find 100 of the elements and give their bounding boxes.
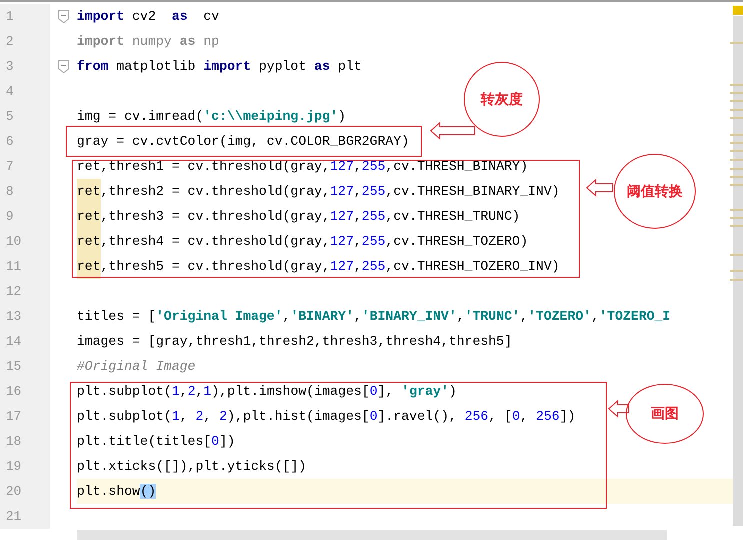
string-literal: 'Original Image' (156, 309, 283, 324)
code-text: ret,thresh1 = cv.threshold(gray, (77, 159, 330, 174)
number-literal: 2 (219, 409, 228, 424)
arrow-icon (430, 122, 476, 140)
line-number: 5 (6, 109, 14, 124)
code-text: , (282, 309, 291, 324)
code-text: ,thresh3 = cv.threshold(gray, (100, 209, 330, 224)
code-text: , (180, 409, 189, 424)
keyword: as (172, 9, 188, 24)
string-literal: 'BINARY_INV' (362, 309, 457, 324)
line-number: 19 (6, 459, 22, 474)
code-text: ,thresh2 = cv.threshold(gray, (100, 184, 330, 199)
number-literal: 255 (362, 234, 386, 249)
horizontal-scrollbar[interactable] (77, 530, 667, 540)
code-text: ),plt.hist(images[ (227, 409, 370, 424)
code-text: , (520, 409, 530, 424)
keyword: from (77, 59, 109, 74)
code-text: , (354, 209, 362, 224)
code-text: , (591, 309, 600, 324)
code-text: ,cv.THRESH_BINARY) (386, 159, 528, 174)
number-literal: 255 (362, 259, 386, 274)
code-text: , (354, 159, 362, 174)
line-number: 18 (6, 434, 22, 449)
number-literal: 127 (330, 259, 354, 274)
line-number: 17 (6, 409, 22, 424)
line-number: 16 (6, 384, 22, 399)
code-text: images = [gray,thresh1,thresh2,thresh3,thresh4,thresh5] (77, 334, 512, 349)
code-text: , (354, 309, 362, 324)
line-number: 11 (6, 259, 22, 274)
line-number: 9 (6, 209, 14, 224)
code-text: , (520, 309, 528, 324)
line-number: 6 (6, 134, 14, 149)
annotation-label: 画图 (626, 384, 704, 444)
code-text: ,cv.THRESH_BINARY_INV) (386, 184, 560, 199)
code-text: cv (202, 9, 220, 24)
line-number: 4 (6, 84, 14, 99)
highlighted-text: ret (77, 179, 101, 204)
number-literal: 1 (172, 409, 180, 424)
code-text: , [ (488, 409, 512, 424)
code-text: plt.title(titles[ (77, 434, 212, 449)
number-literal: 1 (204, 384, 212, 399)
string-literal: 'TOZERO_I (599, 309, 671, 324)
highlighted-text: ret (77, 254, 101, 279)
number-literal: 255 (362, 184, 386, 199)
code-text: cv2 (131, 9, 158, 24)
code-text: plt.xticks([]),plt.yticks([]) (77, 459, 306, 474)
code-text: numpy (131, 34, 173, 49)
keyword: import (77, 34, 124, 49)
fold-icon[interactable] (58, 10, 70, 24)
code-text: , (456, 309, 465, 324)
string-literal: 'TOZERO' (528, 309, 592, 324)
number-literal: 0 (370, 409, 378, 424)
line-number: 12 (6, 284, 22, 299)
highlighted-text: ret (77, 204, 101, 229)
line-number: 3 (6, 59, 14, 74)
code-text: titles = [ (77, 309, 156, 324)
number-literal: 0 (370, 384, 378, 399)
arrow-icon (608, 400, 630, 418)
number-literal: 127 (330, 209, 354, 224)
string-literal: 'TRUNC' (464, 309, 520, 324)
code-text: plt.show (77, 484, 140, 499)
code-text: ].ravel(), (378, 409, 458, 424)
selected-text: () (140, 484, 156, 499)
keyword: import (77, 9, 124, 24)
number-literal: 255 (362, 209, 386, 224)
number-literal: 255 (362, 159, 386, 174)
vertical-scrollbar[interactable] (730, 6, 743, 526)
line-number: 15 (6, 359, 22, 374)
code-text: ,cv.THRESH_TOZERO) (386, 234, 528, 249)
annotation-label: 转灰度 (464, 62, 540, 137)
code-text: np (202, 34, 220, 49)
line-number: 13 (6, 309, 22, 324)
number-literal: 0 (512, 409, 520, 424)
highlighted-text: ret (77, 229, 101, 254)
code-comment: #Original Image (77, 359, 196, 374)
keyword: import (204, 59, 252, 74)
line-number: 20 (6, 484, 22, 499)
code-text: ]) (219, 434, 236, 449)
code-text: ) (338, 109, 346, 124)
number-literal: 127 (330, 159, 354, 174)
annotation-label: 阈值转换 (614, 154, 696, 229)
fold-icon[interactable] (58, 60, 70, 74)
number-literal: 0 (212, 434, 220, 449)
code-text: , (354, 234, 362, 249)
string-literal: 'c:\\meiping.jpg' (204, 109, 338, 124)
number-literal: 127 (330, 234, 354, 249)
code-text: plt (337, 59, 362, 74)
number-literal: 127 (330, 184, 354, 199)
code-text: , (180, 384, 188, 399)
code-text: img = cv.imread( (77, 109, 204, 124)
code-text: matplotlib (116, 59, 197, 74)
code-text: ,thresh5 = cv.threshold(gray, (100, 259, 330, 274)
line-number: 7 (6, 159, 14, 174)
line-number: 8 (6, 184, 14, 199)
line-number: 14 (6, 334, 22, 349)
code-text: ),plt.imshow(images[ (212, 384, 370, 399)
code-text: , (204, 409, 213, 424)
number-literal: 256 (464, 409, 489, 424)
line-number: 21 (6, 509, 22, 524)
code-text: ,cv.THRESH_TOZERO_INV) (386, 259, 560, 274)
